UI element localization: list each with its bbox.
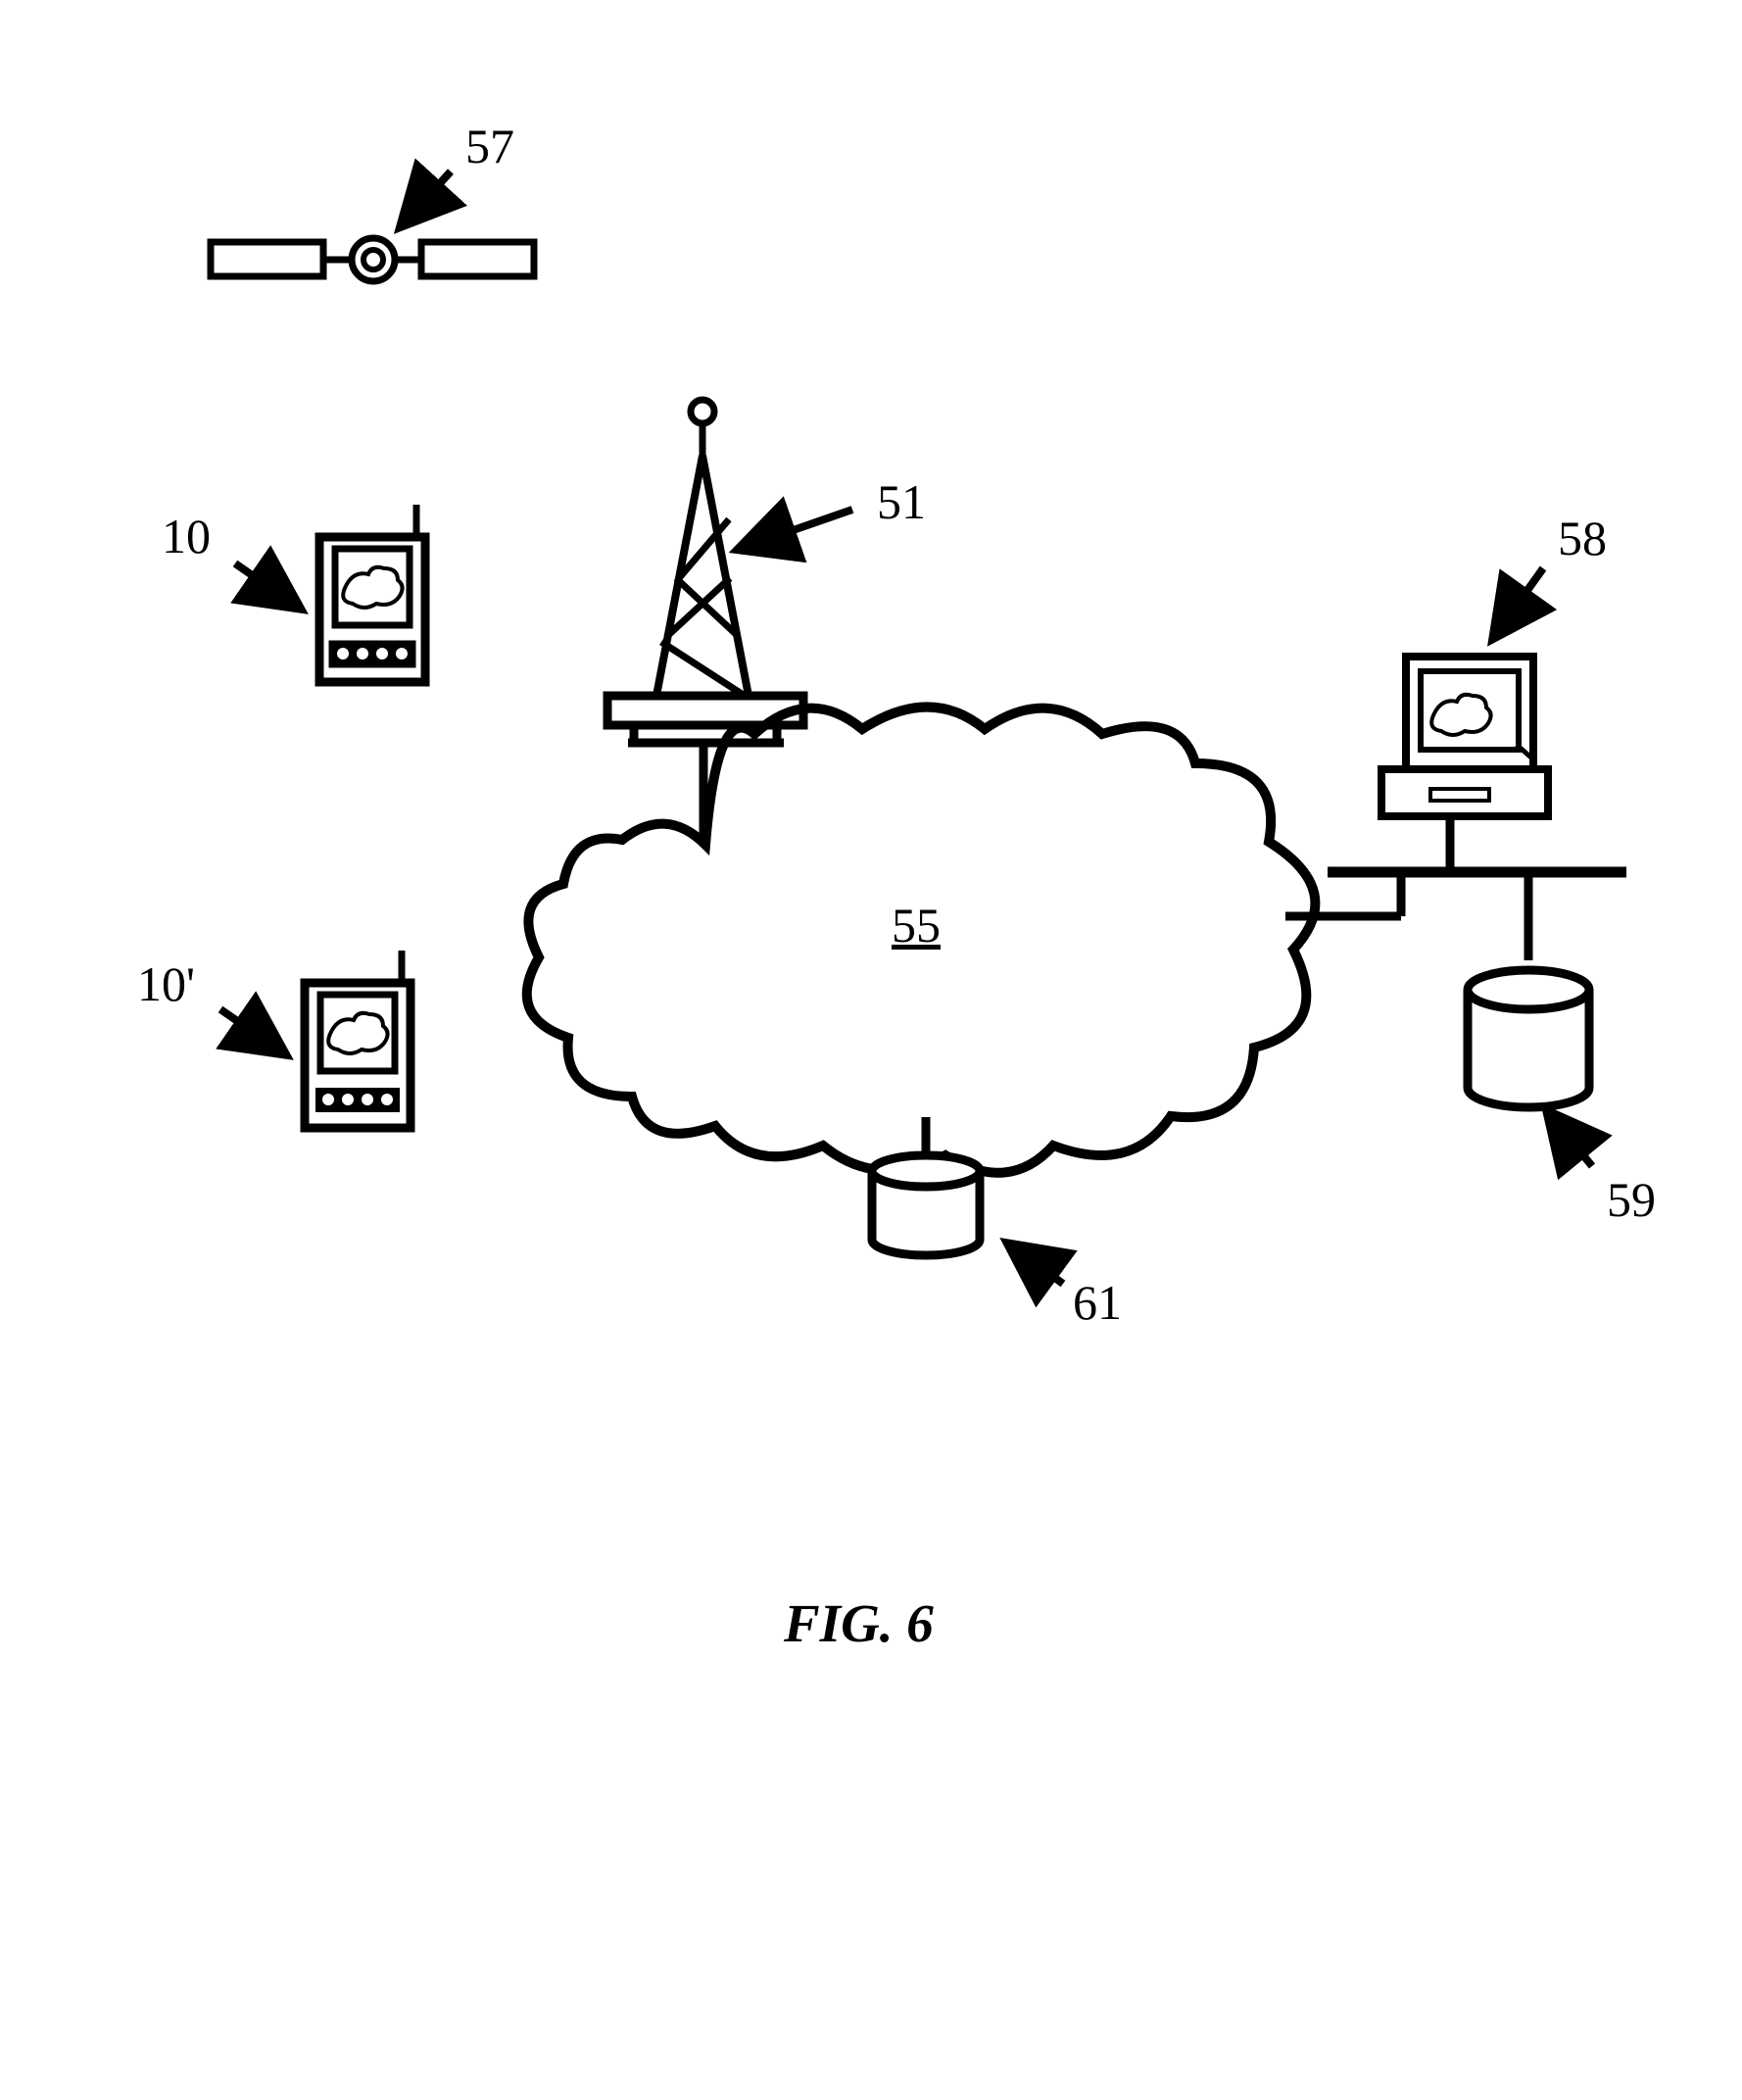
label-satellite: 57 — [465, 118, 514, 174]
database-center-icon — [872, 1155, 980, 1255]
label-arrow-51 — [740, 510, 852, 549]
label-tower: 51 — [877, 473, 926, 530]
label-arrow-58 — [1494, 568, 1543, 637]
label-cloud: 55 — [892, 897, 941, 953]
label-arrow-57 — [402, 171, 451, 225]
label-arrow-61 — [1009, 1245, 1063, 1284]
mobile-device-1-icon — [319, 505, 425, 682]
label-device2: 10' — [137, 955, 195, 1012]
computer-icon — [1381, 657, 1548, 816]
label-arrow-10 — [235, 563, 299, 608]
satellite-icon — [211, 238, 534, 281]
label-device1: 10 — [162, 508, 211, 564]
label-computer: 58 — [1558, 510, 1607, 566]
figure-caption: FIG. 6 — [784, 1592, 934, 1654]
diagram-canvas: 57 10 10' 51 55 58 59 61 FIG. 6 — [0, 0, 1742, 2100]
label-arrow-59 — [1548, 1112, 1592, 1166]
mobile-device-2-icon — [305, 951, 411, 1128]
label-db-right: 59 — [1607, 1171, 1656, 1228]
cell-tower-icon — [607, 400, 803, 843]
label-db-center: 61 — [1073, 1274, 1122, 1331]
label-arrow-10p — [220, 1009, 284, 1053]
database-right-icon — [1468, 970, 1589, 1107]
